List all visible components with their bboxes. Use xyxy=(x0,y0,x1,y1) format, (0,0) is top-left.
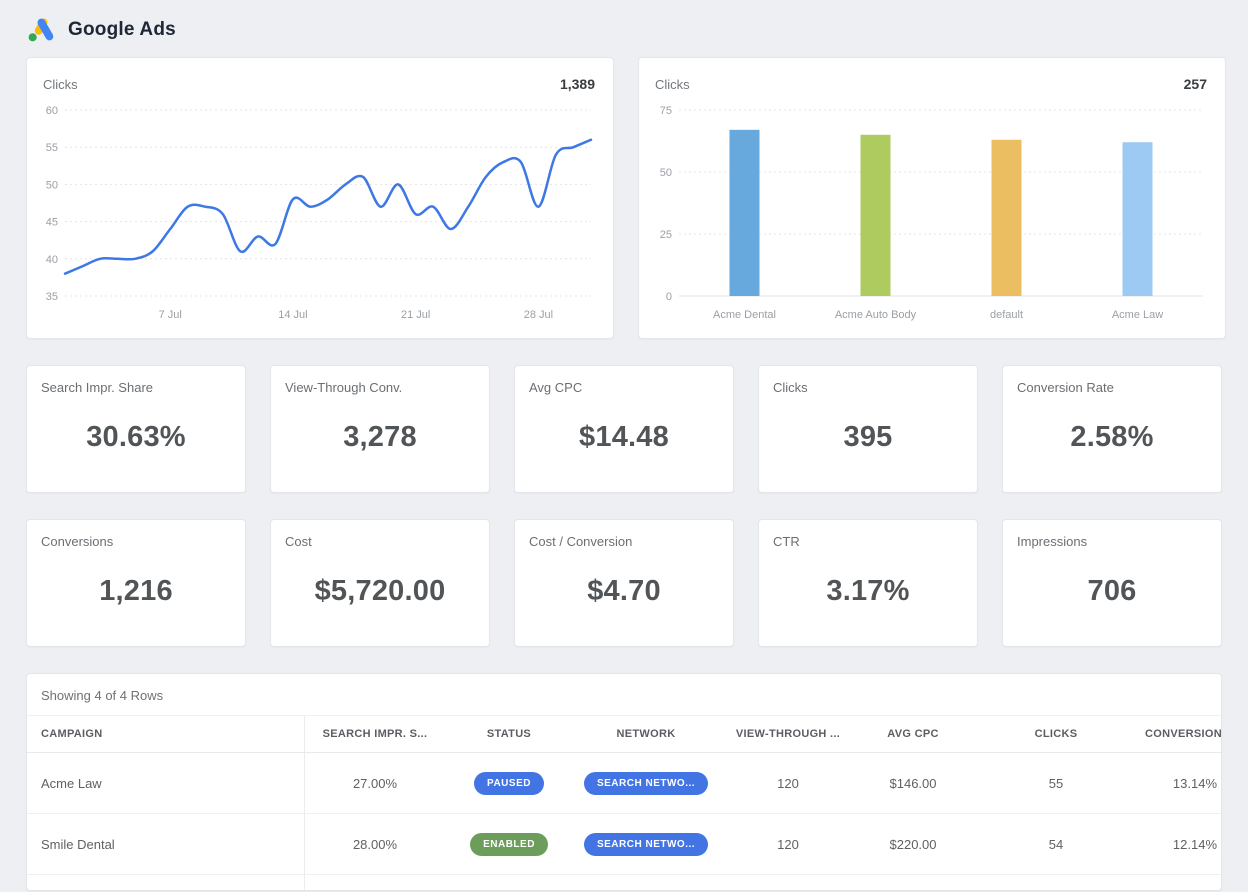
clicks-bar-chart: 75 50 25 0 Acme Dental Acme Auto Body default A… xyxy=(653,100,1209,337)
column-header-clicks[interactable]: CLICKS xyxy=(969,716,1143,752)
kpi-value: 3.17% xyxy=(773,575,963,608)
svg-text:default: default xyxy=(990,309,1023,321)
dashboard-page: Google Ads Clicks 1,389 60 55 50 45 40 35 7 Ju… xyxy=(0,0,1248,891)
line-chart-total: 1,389 xyxy=(560,76,595,92)
kpi-label: CTR xyxy=(773,534,963,549)
svg-text:7 Jul: 7 Jul xyxy=(159,309,182,321)
bar-chart-title: Clicks xyxy=(655,77,690,92)
kpi-value: $4.70 xyxy=(529,575,719,608)
campaign-table-card: Showing 4 of 4 Rows CAMPAIGNSEARCH IMPR.… xyxy=(26,673,1222,891)
kpi-value: 395 xyxy=(773,421,963,454)
kpi-card-ctr: CTR 3.17% xyxy=(758,519,978,647)
svg-text:21 Jul: 21 Jul xyxy=(401,309,430,321)
kpi-card-impressions: Impressions 706 xyxy=(1002,519,1222,647)
svg-text:Acme Dental: Acme Dental xyxy=(713,309,776,321)
svg-text:Acme Auto Body: Acme Auto Body xyxy=(835,309,917,321)
svg-text:25: 25 xyxy=(660,229,672,241)
table-header-row: CAMPAIGNSEARCH IMPR. S...STATUSNETWORKVI… xyxy=(27,716,1221,753)
status-badge: PAUSED xyxy=(474,772,544,795)
status-cell: PAUSED xyxy=(445,753,573,813)
clicks-cell: 55 xyxy=(969,753,1143,813)
status-badge: ENABLED xyxy=(470,833,548,856)
kpi-label: Impressions xyxy=(1017,534,1207,549)
page-title: Google Ads xyxy=(68,19,176,41)
clicks-line-chart: 60 55 50 45 40 35 7 Jul 14 Jul 21 Jul 28 Jul xyxy=(41,100,597,337)
svg-text:50: 50 xyxy=(660,167,672,179)
conversion-cell: 12.14% xyxy=(1143,814,1221,874)
kpi-label: Conversions xyxy=(41,534,231,549)
table-body: Acme Law27.00% PAUSED SEARCH NETWO... 120$1… xyxy=(27,753,1221,891)
network-badge: SEARCH NETWO... xyxy=(584,833,708,856)
kpi-card-cost: Cost $5,720.00 xyxy=(270,519,490,647)
table-row-partial xyxy=(27,875,1221,891)
kpi-label: Search Impr. Share xyxy=(41,380,231,395)
kpi-value: 3,278 xyxy=(285,421,475,454)
kpi-card-view-through-conv: View-Through Conv. 3,278 xyxy=(270,365,490,493)
conversion-cell: 13.14% xyxy=(1143,753,1221,813)
column-header-conversion[interactable]: CONVERSION xyxy=(1143,716,1222,752)
charts-row: Clicks 1,389 60 55 50 45 40 35 7 Jul 14 Jul 21 J… xyxy=(26,57,1222,339)
bar-chart-total: 257 xyxy=(1184,76,1207,92)
kpi-row-2: Conversions 1,216 Cost $5,720.00 Cost / Conv… xyxy=(26,519,1222,647)
kpi-card-conversions: Conversions 1,216 xyxy=(26,519,246,647)
svg-text:35: 35 xyxy=(46,291,58,303)
svg-text:0: 0 xyxy=(666,291,672,303)
clicks-cell: 54 xyxy=(969,814,1143,874)
svg-text:55: 55 xyxy=(46,142,58,154)
clicks-line-chart-card: Clicks 1,389 60 55 50 45 40 35 7 Jul 14 Jul 21 J… xyxy=(26,57,614,339)
kpi-card-search-impr-share: Search Impr. Share 30.63% xyxy=(26,365,246,493)
network-cell: SEARCH NETWO... xyxy=(573,814,719,874)
view-through-cell: 120 xyxy=(719,753,857,813)
kpi-value: $14.48 xyxy=(529,421,719,454)
kpi-label: Clicks xyxy=(773,380,963,395)
view-through-cell: 120 xyxy=(719,814,857,874)
svg-text:50: 50 xyxy=(46,179,58,191)
column-header-network[interactable]: NETWORK xyxy=(573,716,719,752)
status-cell: ENABLED xyxy=(445,814,573,874)
app-header: Google Ads xyxy=(26,0,1222,57)
svg-text:28 Jul: 28 Jul xyxy=(524,309,553,321)
kpi-label: Conversion Rate xyxy=(1017,380,1207,395)
table-row[interactable]: Acme Law27.00% PAUSED SEARCH NETWO... 120$1… xyxy=(27,753,1221,814)
svg-text:Acme Law: Acme Law xyxy=(1112,309,1163,321)
svg-text:14 Jul: 14 Jul xyxy=(278,309,307,321)
google-ads-logo-icon xyxy=(26,16,56,43)
table-row-count: Showing 4 of 4 Rows xyxy=(27,674,1221,716)
column-header-view-through[interactable]: VIEW-THROUGH ... xyxy=(719,716,857,752)
kpi-card-conversion-rate: Conversion Rate 2.58% xyxy=(1002,365,1222,493)
column-header-status[interactable]: STATUS xyxy=(445,716,573,752)
clicks-bar-chart-card: Clicks 257 75 50 25 0 Acme Dental Acme Auto B… xyxy=(638,57,1226,339)
kpi-label: Cost xyxy=(285,534,475,549)
svg-text:75: 75 xyxy=(660,105,672,117)
campaign-cell: Smile Dental xyxy=(27,814,305,874)
svg-text:60: 60 xyxy=(46,105,58,117)
kpi-label: Avg CPC xyxy=(529,380,719,395)
campaign-cell: Acme Law xyxy=(27,753,305,813)
line-chart-title: Clicks xyxy=(43,77,78,92)
kpi-value: 30.63% xyxy=(41,421,231,454)
kpi-value: 706 xyxy=(1017,575,1207,608)
column-header-campaign[interactable]: CAMPAIGN xyxy=(27,716,305,752)
svg-text:40: 40 xyxy=(46,254,58,266)
kpi-label: Cost / Conversion xyxy=(529,534,719,549)
kpi-row-1: Search Impr. Share 30.63% View-Through Con… xyxy=(26,365,1222,493)
kpi-card-clicks: Clicks 395 xyxy=(758,365,978,493)
search-impr-share-cell: 28.00% xyxy=(305,814,445,874)
column-header-search-impr-s[interactable]: SEARCH IMPR. S... xyxy=(305,716,445,752)
kpi-card-cost-conversion: Cost / Conversion $4.70 xyxy=(514,519,734,647)
kpi-label: View-Through Conv. xyxy=(285,380,475,395)
avg-cpc-cell: $146.00 xyxy=(857,753,969,813)
avg-cpc-cell: $220.00 xyxy=(857,814,969,874)
search-impr-share-cell: 27.00% xyxy=(305,753,445,813)
svg-text:45: 45 xyxy=(46,217,58,229)
kpi-value: 1,216 xyxy=(41,575,231,608)
table-row[interactable]: Smile Dental28.00% ENABLED SEARCH NETWO...… xyxy=(27,814,1221,875)
kpi-value: 2.58% xyxy=(1017,421,1207,454)
kpi-value: $5,720.00 xyxy=(285,575,475,608)
network-badge: SEARCH NETWO... xyxy=(584,772,708,795)
network-cell: SEARCH NETWO... xyxy=(573,753,719,813)
kpi-card-avg-cpc: Avg CPC $14.48 xyxy=(514,365,734,493)
column-header-avg-cpc[interactable]: AVG CPC xyxy=(857,716,969,752)
